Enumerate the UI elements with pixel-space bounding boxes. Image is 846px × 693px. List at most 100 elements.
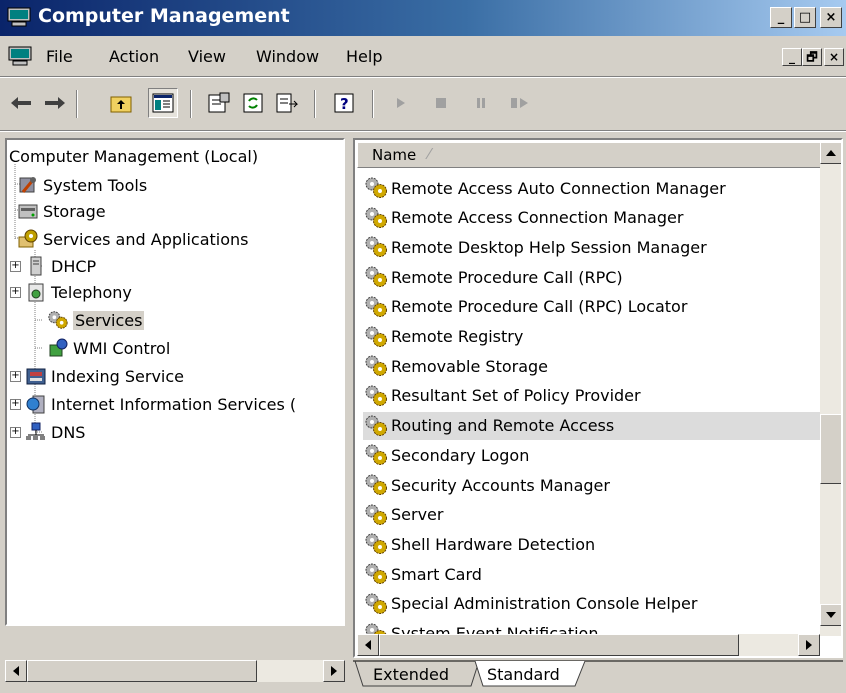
service-row[interactable]: Remote Desktop Help Session Manager (363, 233, 820, 261)
service-gear-icon (363, 265, 389, 289)
service-name: Smart Card (391, 564, 482, 584)
service-row[interactable]: Remote Access Auto Connection Manager (363, 174, 820, 202)
toolbar: ? (0, 80, 846, 128)
service-gear-icon (363, 443, 389, 467)
child-restore-button[interactable]: 🗗 (802, 48, 822, 66)
list-hscroll-thumb[interactable] (379, 634, 739, 656)
service-gear-icon (363, 206, 389, 230)
tree-item-label: Services (73, 310, 145, 330)
help-icon[interactable]: ? (330, 88, 360, 118)
list-scroll-thumb[interactable] (820, 414, 841, 484)
menu-help[interactable]: Help (346, 47, 382, 66)
services-icon (47, 309, 69, 331)
list-scroll-right-icon[interactable] (798, 634, 820, 656)
menu-file[interactable]: File (46, 47, 73, 66)
service-row[interactable]: Shell Hardware Detection (363, 530, 820, 558)
list-horizontal-scrollbar[interactable] (357, 634, 820, 656)
services-list[interactable]: Name ⁄ Remote Access Auto Connection Man… (353, 138, 843, 658)
console-tree[interactable]: Computer Management (Local) System Tools… (5, 138, 345, 626)
menu-window[interactable]: Window (256, 47, 319, 66)
service-row[interactable]: Remote Procedure Call (RPC) Locator (363, 293, 820, 321)
tree-item-storage[interactable]: Storage (17, 198, 106, 224)
toolbar-bottom-separator (0, 130, 846, 132)
minimize-button[interactable]: _ (770, 7, 792, 28)
menu-action[interactable]: Action (109, 47, 159, 66)
child-minimize-button[interactable]: _ (782, 48, 802, 66)
scroll-left-icon[interactable] (5, 660, 27, 682)
system-tools-icon (17, 174, 39, 196)
maximize-button[interactable]: □ (794, 7, 816, 28)
column-header-name[interactable]: Name ⁄ (357, 142, 822, 168)
service-row[interactable]: Remote Procedure Call (RPC) (363, 263, 820, 291)
expand-dhcp-icon[interactable]: + (10, 261, 21, 272)
tree-item-iis[interactable]: Internet Information Services ( (25, 391, 296, 417)
tree-item-label: Services and Applications (43, 229, 249, 249)
service-gear-icon (363, 325, 389, 349)
expand-dns-icon[interactable]: + (10, 427, 21, 438)
child-close-button[interactable]: × (824, 48, 844, 66)
expand-indexing-icon[interactable]: + (10, 371, 21, 382)
service-gear-icon (363, 532, 389, 556)
tree-item-dns[interactable]: DNS (25, 419, 85, 445)
service-row[interactable]: Resultant Set of Policy Provider (363, 382, 820, 410)
tree-item-label: Internet Information Services ( (51, 394, 297, 414)
properties-icon[interactable] (204, 88, 234, 118)
computer-management-icon (7, 7, 31, 27)
tree-horizontal-scrollbar[interactable] (5, 660, 345, 682)
show-hide-tree-icon[interactable] (148, 88, 178, 118)
service-row[interactable]: Smart Card (363, 560, 820, 588)
service-name: Special Administration Console Helper (391, 594, 698, 614)
export-list-icon[interactable] (272, 88, 302, 118)
tab-standard[interactable]: Standard (487, 665, 560, 684)
tab-extended[interactable]: Extended (373, 665, 449, 684)
services-apps-icon (17, 228, 39, 250)
tree-item-dhcp[interactable]: DHCP (25, 253, 96, 279)
tree-root[interactable]: Computer Management (Local) (9, 143, 258, 169)
restart-service-icon (506, 88, 536, 118)
expand-telephony-icon[interactable]: + (10, 287, 21, 298)
scroll-down-icon[interactable] (820, 604, 841, 626)
tree-item-indexing-service[interactable]: Indexing Service (25, 363, 184, 389)
service-row[interactable]: Remote Registry (363, 323, 820, 351)
service-gear-icon (363, 503, 389, 527)
tree-scroll-thumb[interactable] (27, 660, 257, 682)
list-vertical-scrollbar[interactable] (820, 142, 841, 636)
dns-icon (25, 421, 47, 443)
tree-item-services[interactable]: Services (47, 307, 145, 333)
tree-item-services-and-applications[interactable]: Services and Applications (17, 226, 248, 252)
expand-iis-icon[interactable]: + (10, 399, 21, 410)
service-name: Routing and Remote Access (391, 416, 615, 436)
tree-item-telephony[interactable]: Telephony (25, 279, 132, 305)
service-name: Secondary Logon (391, 445, 530, 465)
up-folder-icon[interactable] (106, 88, 136, 118)
service-row[interactable]: Server (363, 501, 820, 529)
service-gear-icon (363, 295, 389, 319)
scroll-up-icon[interactable] (820, 142, 841, 164)
menu-separator (0, 76, 846, 78)
service-row[interactable]: Special Administration Console Helper (363, 590, 820, 618)
toolbar-separator (190, 90, 192, 118)
service-row[interactable]: Secondary Logon (363, 441, 820, 469)
tree-item-system-tools[interactable]: System Tools (17, 172, 147, 198)
sort-ascending-icon: ⁄ (428, 145, 431, 163)
back-icon[interactable] (6, 88, 36, 118)
service-row[interactable]: Security Accounts Manager (363, 471, 820, 499)
service-name: Remote Procedure Call (RPC) (391, 267, 623, 287)
tree-item-wmi-control[interactable]: WMI Control (47, 335, 170, 361)
console-doc-icon[interactable] (8, 46, 32, 66)
service-row[interactable]: Removable Storage (363, 352, 820, 380)
list-scroll-left-icon[interactable] (357, 634, 379, 656)
service-row[interactable]: Remote Access Connection Manager (363, 204, 820, 232)
refresh-icon[interactable] (238, 88, 268, 118)
service-gear-icon (363, 473, 389, 497)
forward-icon[interactable] (40, 88, 70, 118)
tree-item-label: Indexing Service (51, 366, 185, 386)
service-name: Security Accounts Manager (391, 475, 610, 495)
scroll-right-icon[interactable] (323, 660, 345, 682)
service-name: Resultant Set of Policy Provider (391, 386, 641, 406)
service-name: Remote Access Auto Connection Manager (391, 178, 726, 198)
service-name: Remote Registry (391, 327, 524, 346)
close-button[interactable]: × (820, 7, 842, 28)
menu-view[interactable]: View (188, 47, 226, 66)
service-row[interactable]: Routing and Remote Access (363, 411, 820, 440)
